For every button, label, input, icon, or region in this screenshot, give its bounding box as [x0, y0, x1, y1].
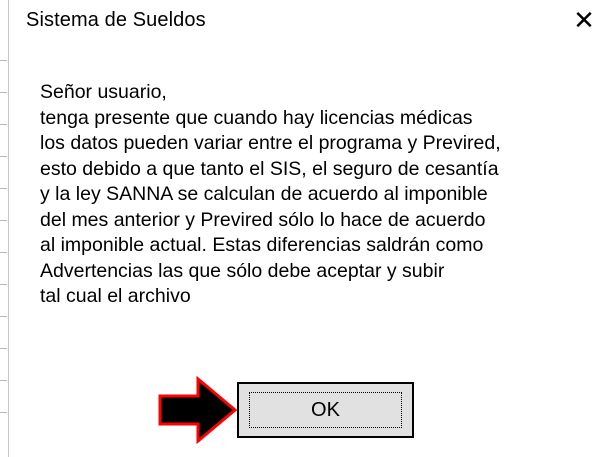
edge-tick [0, 412, 7, 413]
message-line: tal cual el archivo [40, 285, 191, 307]
message-line: los datos pueden variar entre el program… [40, 132, 501, 154]
ok-button-label: OK [311, 398, 340, 421]
edge-tick [0, 316, 7, 317]
message-line: tenga presente que cuando hay licencias … [40, 106, 473, 129]
title-bar: Sistema de Sueldos ✕ [9, 0, 608, 44]
edge-tick [0, 188, 7, 189]
edge-tick [0, 92, 7, 93]
window-edge [8, 0, 9, 457]
message-line: del mes anterior y Previred sólo lo hace… [40, 208, 486, 231]
edge-tick [0, 380, 7, 381]
edge-tick [0, 60, 7, 61]
arrow-right-icon [158, 376, 238, 444]
edge-tick [0, 124, 7, 125]
message-text: Señor usuario, tenga presente que cuando… [40, 80, 600, 310]
edge-tick [0, 220, 7, 221]
message-line: esto debido a que tanto el SIS, el segur… [40, 157, 499, 180]
edge-tick [0, 284, 7, 285]
dialog-title: Sistema de Sueldos [26, 9, 206, 31]
message-line: Advertencias las que sólo debe aceptar y… [40, 259, 445, 282]
close-button[interactable]: ✕ [566, 4, 602, 38]
edge-tick [0, 252, 7, 253]
ok-button[interactable]: OK [237, 382, 414, 438]
message-line: Señor usuario, [40, 81, 167, 103]
close-icon: ✕ [573, 6, 595, 36]
message-dialog: Sistema de Sueldos ✕ Señor usuario, teng… [0, 0, 608, 457]
edge-tick [0, 348, 7, 349]
message-line: al imponible actual. Estas diferencias s… [40, 234, 484, 256]
message-line: y la ley SANNA se calculan de acuerdo al… [40, 183, 488, 205]
edge-tick [0, 156, 7, 157]
